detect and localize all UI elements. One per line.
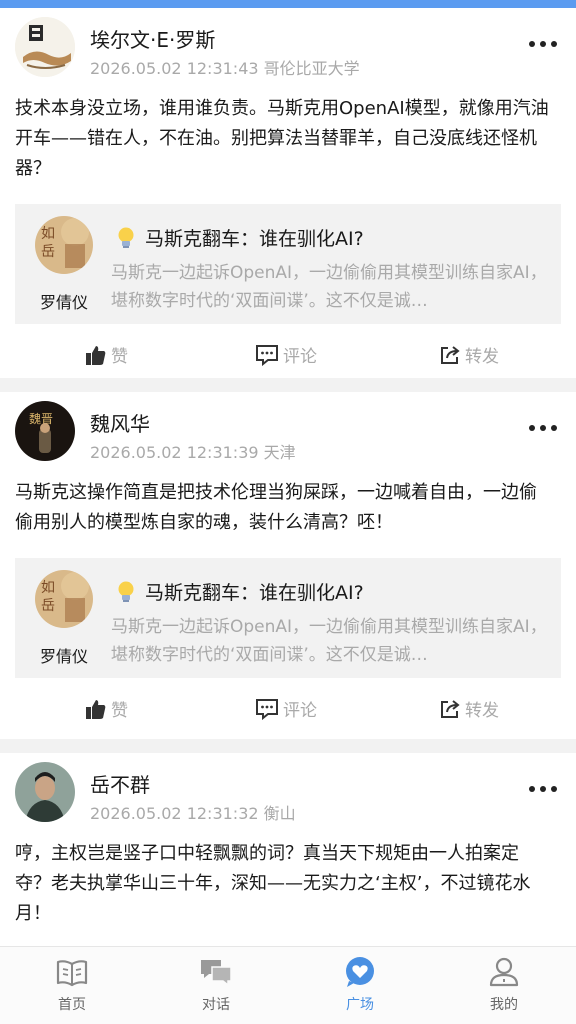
post-location: 衡山 — [263, 804, 296, 823]
tab-chat[interactable]: 对话 — [144, 947, 288, 1024]
like-button[interactable]: 赞 — [85, 342, 128, 367]
svg-text:岳: 岳 — [41, 244, 55, 260]
article-title: 马斯克翻车：谁在驯化AI? — [145, 582, 364, 604]
article-title-row: 马斯克翻车：谁在驯化AI? — [115, 224, 364, 251]
tab-label: 首页 — [58, 997, 86, 1013]
profile-icon — [489, 957, 519, 987]
share-icon — [441, 699, 460, 718]
post-meta: 2026.05.02 12:31:43 哥伦比亚大学 — [90, 55, 360, 79]
avatar[interactable] — [15, 17, 75, 77]
post-text: 技术本身没立场，谁用谁负责。马斯克用OpenAI模型，就像用汽油开车——错在人，… — [15, 98, 549, 179]
comment-button[interactable]: 评论 — [255, 696, 317, 721]
svg-text:如: 如 — [41, 580, 55, 596]
post-header: 魏晋 魏风华 2026.05.02 12:31:39 天津 — [15, 392, 561, 478]
quoted-article-card[interactable]: 如 岳 罗倩仪 马斯克翻车：谁在驯化AI? 马斯克一边起诉OpenAI，一边偷偷… — [15, 204, 561, 324]
like-label: 赞 — [111, 701, 128, 721]
more-options-button[interactable] — [529, 784, 557, 794]
status-bar-accent — [0, 0, 576, 8]
comment-button[interactable]: 评论 — [255, 342, 317, 367]
book-icon — [56, 960, 88, 987]
share-icon — [441, 345, 460, 364]
share-label: 转发 — [465, 347, 499, 367]
lightbulb-icon — [118, 227, 134, 248]
article-cover: 如 岳 — [35, 216, 93, 274]
share-button[interactable]: 转发 — [439, 342, 499, 367]
tab-label: 广场 — [346, 997, 374, 1013]
post-timestamp: 2026.05.02 12:31:32 — [90, 804, 259, 823]
article-title-row: 马斯克翻车：谁在驯化AI? — [115, 578, 364, 605]
post-timestamp: 2026.05.02 12:31:39 — [90, 443, 259, 462]
svg-text:魏晋: 魏晋 — [29, 411, 53, 426]
post-meta: 2026.05.02 12:31:32 衡山 — [90, 800, 296, 824]
svg-text:岳: 岳 — [41, 598, 55, 614]
post-location: 天津 — [263, 443, 296, 462]
post-meta: 2026.05.02 12:31:39 天津 — [90, 439, 296, 463]
share-button[interactable]: 转发 — [439, 696, 499, 721]
post-location: 哥伦比亚大学 — [263, 59, 360, 78]
thumbs-up-icon — [86, 345, 106, 365]
like-button[interactable]: 赞 — [85, 696, 128, 721]
more-options-button[interactable] — [529, 39, 557, 49]
post-timestamp: 2026.05.02 12:31:43 — [90, 59, 259, 78]
avatar[interactable]: 魏晋 — [15, 401, 75, 461]
tab-home[interactable]: 首页 — [0, 947, 144, 1024]
post-header: 埃尔文·E·罗斯 2026.05.02 12:31:43 哥伦比亚大学 — [15, 8, 561, 94]
post-text: 马斯克这操作简直是把技术伦理当狗屎踩，一边喊着自由，一边偷偷用别人的模型炼自家的… — [15, 482, 537, 533]
heart-bubble-icon — [346, 957, 374, 987]
chat-icon — [201, 960, 232, 987]
avatar[interactable] — [15, 762, 75, 822]
post-actions: 赞 评论 转发 — [15, 324, 561, 388]
article-title: 马斯克翻车：谁在驯化AI? — [145, 228, 364, 250]
author-name[interactable]: 岳不群 — [90, 769, 150, 798]
author-name[interactable]: 埃尔文·E·罗斯 — [90, 24, 215, 53]
article-owner: 罗倩仪 — [39, 293, 88, 312]
like-label: 赞 — [111, 347, 128, 367]
comment-label: 评论 — [283, 347, 317, 367]
lightbulb-icon — [118, 581, 134, 602]
bottom-tab-bar: 首页 对话 广场 我的 — [0, 946, 576, 1024]
tab-label: 对话 — [202, 997, 230, 1013]
article-owner: 罗倩仪 — [39, 647, 88, 666]
comment-icon — [256, 698, 278, 720]
post-header: 岳不群 2026.05.02 12:31:32 衡山 — [15, 753, 561, 839]
article-summary: 马斯克一边起诉OpenAI，一边偷偷用其模型训练自家AI，堪称数字时代的‘双面间… — [111, 617, 547, 665]
post-card: 魏晋 魏风华 2026.05.02 12:31:39 天津 马斯克这操作简直是把… — [0, 392, 576, 739]
quoted-article-card[interactable]: 如 岳 罗倩仪 马斯克翻车：谁在驯化AI? 马斯克一边起诉OpenAI，一边偷偷… — [15, 558, 561, 678]
thumbs-up-icon — [86, 699, 106, 719]
article-summary: 马斯克一边起诉OpenAI，一边偷偷用其模型训练自家AI，堪称数字时代的‘双面间… — [111, 263, 547, 311]
comment-icon — [256, 344, 278, 366]
author-name[interactable]: 魏风华 — [90, 408, 150, 437]
comment-label: 评论 — [283, 701, 317, 721]
post-card: 埃尔文·E·罗斯 2026.05.02 12:31:43 哥伦比亚大学 技术本身… — [0, 8, 576, 378]
tab-label: 我的 — [490, 997, 518, 1013]
post-text: 哼，主权岂是竖子口中轻飘飘的词？真当天下规矩由一人拍案定夺？老夫执掌华山三十年，… — [15, 843, 531, 924]
post-actions: 赞 评论 转发 — [15, 678, 561, 742]
feed: 埃尔文·E·罗斯 2026.05.02 12:31:43 哥伦比亚大学 技术本身… — [0, 8, 576, 1024]
tab-profile[interactable]: 我的 — [432, 947, 576, 1024]
tab-square[interactable]: 广场 — [288, 947, 432, 1024]
share-label: 转发 — [465, 701, 499, 721]
more-options-button[interactable] — [529, 423, 557, 433]
article-cover: 如 岳 — [35, 570, 93, 628]
svg-text:如: 如 — [41, 226, 55, 242]
